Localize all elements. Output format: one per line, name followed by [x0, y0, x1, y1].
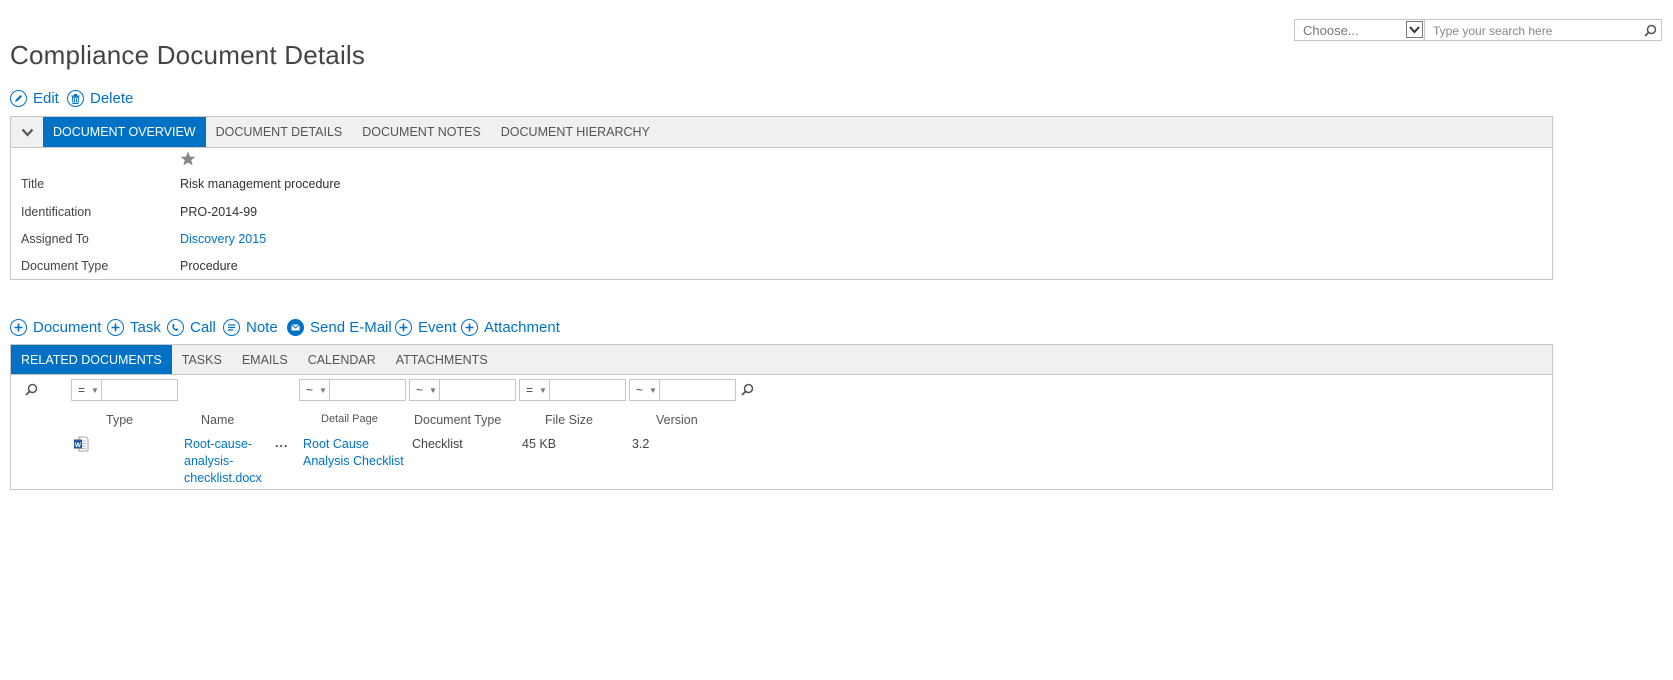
add-call-label: Call — [190, 319, 216, 336]
favorite-star-icon[interactable] — [180, 151, 196, 171]
word-document-icon[interactable]: W — [73, 436, 89, 457]
detail-page-link[interactable]: Root Cause Analysis Checklist — [303, 436, 404, 470]
tab-document-notes[interactable]: DOCUMENT NOTES — [352, 117, 491, 147]
filter-operator-document-type[interactable]: ~ ▼ — [409, 379, 440, 401]
document-name-line: Root-cause- — [184, 437, 253, 451]
send-email-button[interactable]: Send E-Mail — [287, 319, 392, 336]
filter-operator-type[interactable]: = ▼ — [71, 379, 102, 401]
add-note-button[interactable]: Note — [223, 319, 278, 336]
column-header-document-type[interactable]: Document Type — [414, 413, 501, 427]
related-records-panel: RELATED DOCUMENTS TASKS EMAILS CALENDAR … — [10, 344, 1553, 490]
filter-input-file-size[interactable] — [549, 379, 626, 401]
plus-icon — [395, 319, 412, 336]
plus-icon — [107, 319, 124, 336]
caret-down-icon: ▼ — [649, 385, 657, 395]
filter-operator-detail-page[interactable]: ~ ▼ — [299, 379, 330, 401]
filter-search-icon[interactable] — [25, 383, 38, 401]
tab-document-overview[interactable]: DOCUMENT OVERVIEW — [43, 117, 206, 147]
filter-input-type[interactable] — [101, 379, 178, 401]
document-name-link[interactable]: Root-cause- analysis- checklist.docx — [184, 436, 262, 487]
related-tabbar: RELATED DOCUMENTS TASKS EMAILS CALENDAR … — [11, 345, 1552, 375]
tab-attachments[interactable]: ATTACHMENTS — [386, 345, 498, 374]
caret-down-icon: ▼ — [91, 385, 99, 395]
tab-document-details[interactable]: DOCUMENT DETAILS — [206, 117, 353, 147]
field-value-document-type: Procedure — [180, 259, 238, 273]
collapse-chevron-icon[interactable] — [11, 117, 43, 147]
note-icon — [223, 319, 240, 336]
search-scope-select[interactable]: Choose... — [1295, 20, 1425, 40]
filter-input-detail-page[interactable] — [329, 379, 406, 401]
edit-label: Edit — [33, 90, 59, 107]
add-task-label: Task — [130, 319, 161, 336]
add-event-button[interactable]: Event — [395, 319, 456, 336]
envelope-icon — [287, 319, 304, 336]
tab-tasks[interactable]: TASKS — [172, 345, 232, 374]
field-label-assigned-to: Assigned To — [21, 232, 89, 246]
delete-label: Delete — [90, 90, 134, 107]
add-document-label: Document — [33, 319, 102, 336]
edit-button[interactable]: Edit — [10, 90, 59, 107]
filter-operator-version[interactable]: ~ ▼ — [629, 379, 660, 401]
filter-operator-filesize-value: = — [526, 383, 534, 397]
caret-down-icon: ▼ — [539, 385, 547, 395]
overview-tabbar: DOCUMENT OVERVIEW DOCUMENT DETAILS DOCUM… — [11, 117, 1552, 148]
search-icon[interactable] — [1639, 20, 1661, 40]
filter-apply-search-icon[interactable] — [741, 383, 754, 401]
pencil-icon — [10, 90, 27, 107]
add-event-label: Event — [418, 319, 457, 336]
chevron-down-icon[interactable] — [1406, 21, 1423, 38]
filter-operator-file-size[interactable]: = ▼ — [519, 379, 550, 401]
tab-emails[interactable]: EMAILS — [232, 345, 298, 374]
delete-button[interactable]: Delete — [67, 90, 133, 107]
filter-input-version[interactable] — [659, 379, 736, 401]
filter-operator-doctype-value: ~ — [416, 383, 424, 397]
add-task-button[interactable]: Task — [107, 319, 161, 336]
tab-calendar[interactable]: CALENDAR — [298, 345, 386, 374]
send-email-label: Send E-Mail — [310, 319, 392, 336]
filter-input-document-type[interactable] — [439, 379, 516, 401]
column-header-type[interactable]: Type — [106, 413, 133, 427]
column-header-version[interactable]: Version — [656, 413, 698, 427]
cell-document-type: Checklist — [412, 437, 463, 451]
trash-icon — [67, 90, 84, 107]
field-value-identification: PRO-2014-99 — [180, 205, 258, 219]
search-box: Choose... Type your search here — [1294, 19, 1662, 41]
plus-icon — [10, 319, 27, 336]
document-overview-panel: DOCUMENT OVERVIEW DOCUMENT DETAILS DOCUM… — [10, 116, 1553, 280]
add-note-label: Note — [246, 319, 278, 336]
svg-text:W: W — [75, 442, 82, 449]
tab-document-hierarchy[interactable]: DOCUMENT HIERARCHY — [491, 117, 660, 147]
field-label-document-type: Document Type — [21, 259, 109, 273]
field-label-identification: Identification — [21, 205, 92, 219]
caret-down-icon: ▼ — [319, 385, 327, 395]
column-header-detail-page[interactable]: Detail Page — [321, 413, 378, 425]
search-scope-value: Choose... — [1303, 23, 1359, 38]
add-call-button[interactable]: Call — [167, 319, 216, 336]
add-document-button[interactable]: Document — [10, 319, 101, 336]
document-name-line: analysis- — [184, 454, 234, 468]
assigned-to-link[interactable]: Discovery 2015 — [180, 232, 266, 246]
filter-operator-version-value: ~ — [636, 383, 644, 397]
page-title: Compliance Document Details — [10, 40, 366, 70]
cell-version: 3.2 — [632, 437, 650, 451]
phone-icon — [167, 319, 184, 336]
plus-icon — [461, 319, 478, 336]
column-header-name[interactable]: Name — [201, 413, 234, 427]
column-header-file-size[interactable]: File Size — [545, 413, 593, 427]
search-input[interactable]: Type your search here — [1425, 20, 1639, 40]
cell-file-size: 45 KB — [522, 437, 557, 451]
filter-operator-type-value: = — [78, 383, 86, 397]
document-name-line: checklist.docx — [184, 471, 262, 485]
detail-page-line: Analysis Checklist — [303, 454, 404, 468]
tab-related-documents[interactable]: RELATED DOCUMENTS — [11, 345, 172, 374]
add-attachment-label: Attachment — [484, 319, 560, 336]
detail-page-line: Root Cause — [303, 437, 370, 451]
item-menu-ellipsis[interactable]: ... — [275, 435, 288, 452]
caret-down-icon: ▼ — [429, 385, 437, 395]
add-attachment-button[interactable]: Attachment — [461, 319, 560, 336]
field-value-title: Risk management procedure — [180, 177, 341, 191]
filter-operator-detail-value: ~ — [306, 383, 314, 397]
field-label-title: Title — [21, 177, 45, 191]
